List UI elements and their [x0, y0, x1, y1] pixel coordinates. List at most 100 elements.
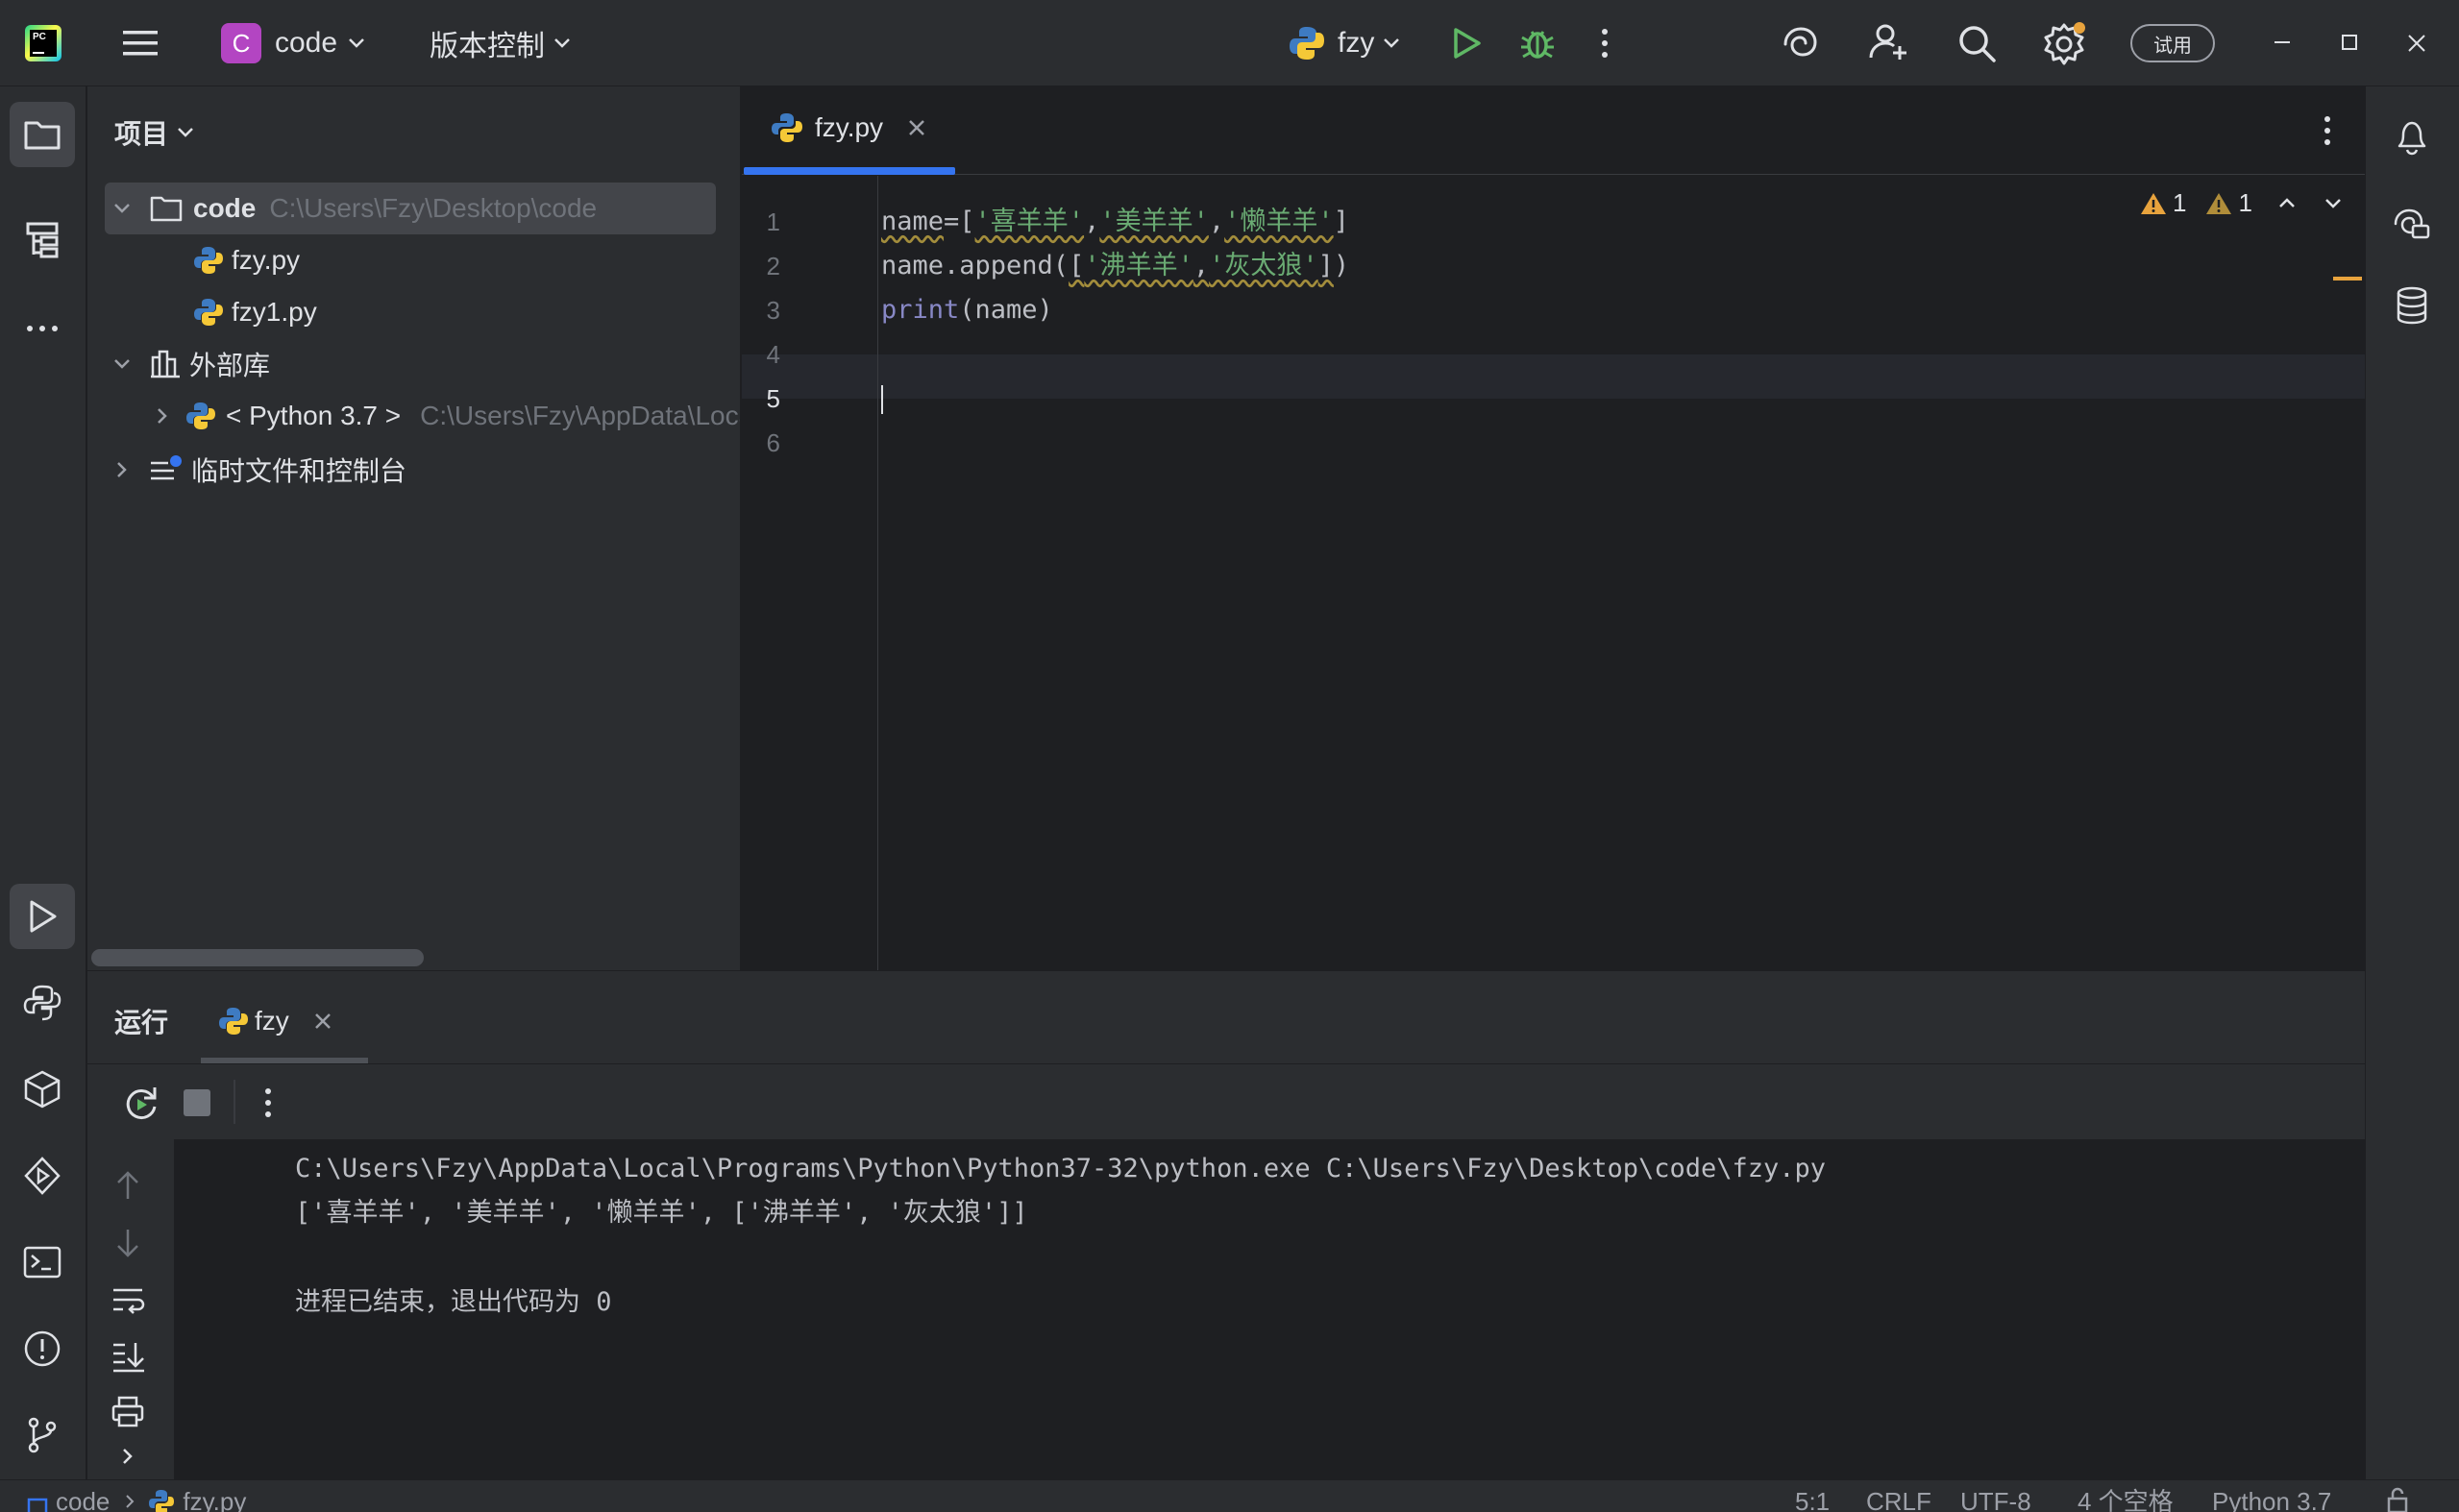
python-sdk-name: < Python 3.7 >: [226, 401, 402, 430]
python-file-icon: [194, 299, 223, 326]
scroll-down-button[interactable]: [111, 1226, 145, 1260]
maximize-button[interactable]: [2335, 25, 2364, 60]
chevron-down-icon[interactable]: [2322, 192, 2345, 215]
run-tab-fzy[interactable]: fzy: [201, 988, 368, 1063]
printer-icon: [111, 1396, 144, 1427]
main-menu-button[interactable]: [121, 25, 161, 61]
warning-triangle-icon: [2141, 192, 2166, 214]
python-file-icon: [772, 113, 802, 142]
vcs-menu[interactable]: 版本控制: [430, 21, 574, 65]
database-icon: [2397, 286, 2427, 325]
minimize-button[interactable]: [2268, 25, 2297, 60]
line-separator[interactable]: CRLF: [1866, 1480, 1931, 1512]
chevron-down-icon: [114, 204, 130, 213]
inspection-widget[interactable]: 1 1: [2140, 188, 2345, 218]
close-tab-icon[interactable]: [312, 1011, 333, 1032]
run-more-button[interactable]: [258, 1084, 278, 1122]
more-tools-button[interactable]: [10, 296, 75, 361]
ai-chat-button[interactable]: [2379, 192, 2445, 257]
structure-tool-button[interactable]: [10, 207, 75, 273]
editor-tab-fzy[interactable]: fzy.py: [742, 86, 955, 175]
python-icon: [1290, 27, 1324, 60]
tree-external-libs[interactable]: 外部库: [111, 338, 270, 390]
run-config-selector[interactable]: fzy: [1288, 21, 1403, 65]
tree-file-fzy1[interactable]: fzy1.py: [193, 286, 317, 338]
python-console-button[interactable]: [10, 970, 75, 1036]
line-number: 3: [766, 296, 780, 325]
punct: ): [1333, 251, 1350, 280]
search-icon: [1959, 26, 1996, 62]
stop-button[interactable]: [184, 1089, 210, 1116]
chevron-up-icon[interactable]: [2275, 192, 2299, 215]
tree-root-code[interactable]: code C:\Users\Fzy\Desktop\code: [105, 183, 716, 234]
builtin: print: [881, 295, 960, 325]
soft-wrap-button[interactable]: [111, 1283, 145, 1318]
more-actions-button[interactable]: [1595, 24, 1614, 62]
rerun-button[interactable]: [122, 1084, 160, 1122]
project-name: code: [275, 27, 338, 59]
caret-position[interactable]: 5:1: [1795, 1480, 1830, 1512]
chevron-right-icon: [126, 1495, 135, 1508]
database-button[interactable]: [2379, 273, 2445, 338]
code-line-2[interactable]: name.append(['沸羊羊','灰太狼']): [881, 244, 1349, 288]
punct: =[: [944, 207, 975, 236]
project-panel-header[interactable]: 项目: [114, 113, 197, 152]
code-line-1[interactable]: name=['喜羊羊','美羊羊','懒羊羊']: [881, 200, 1349, 244]
folder-icon: [24, 121, 61, 150]
git-button[interactable]: [10, 1402, 75, 1468]
gutter-divider: [877, 176, 878, 970]
punct: [: [1069, 251, 1085, 280]
expand-toolbar-button[interactable]: [116, 1445, 139, 1468]
lock-icon[interactable]: [2383, 1486, 2412, 1512]
close-tab-icon[interactable]: [906, 117, 927, 138]
vcs-label: 版本控制: [430, 31, 545, 62]
editor-area: fzy.py 1 2 3 4 5 6 name=['喜羊羊','美羊羊','懒羊…: [742, 86, 2365, 970]
search-everywhere-button[interactable]: [1956, 23, 1997, 63]
bell-icon: [2398, 121, 2426, 156]
run-panel-title: 运行: [114, 1008, 169, 1037]
project-switcher[interactable]: C code: [221, 21, 368, 65]
code-line-5[interactable]: [881, 377, 883, 421]
run-config-name: fzy: [1338, 27, 1375, 59]
settings-button[interactable]: [2043, 21, 2087, 65]
code-line-3[interactable]: print(name): [881, 288, 1053, 332]
code-with-me-button[interactable]: [1868, 21, 1910, 63]
trial-badge[interactable]: 试用: [2130, 24, 2215, 62]
notifications-button[interactable]: [2379, 104, 2445, 169]
tree-scratches[interactable]: 临时文件和控制台: [111, 444, 406, 496]
console-program-output: ['喜羊羊', '美羊羊', '懒羊羊', ['沸羊羊', '灰太狼']]: [295, 1198, 1028, 1228]
services-button[interactable]: [10, 1143, 75, 1208]
run-tab-label: fzy: [255, 1006, 289, 1036]
run-tool-button[interactable]: [10, 884, 75, 949]
chevron-right-icon: [123, 1449, 133, 1464]
breadcrumb[interactable]: code fzy.py: [27, 1480, 246, 1512]
error-stripe-marker[interactable]: [2333, 277, 2362, 280]
more-vertical-icon: [2324, 116, 2330, 145]
close-window-button[interactable]: [2402, 25, 2431, 60]
console-output[interactable]: C:\Users\Fzy\AppData\Local\Programs\Pyth…: [174, 1139, 2365, 1480]
python-packages-button[interactable]: [10, 1057, 75, 1122]
project-panel-title: 项目: [114, 119, 169, 149]
python-file-icon: [149, 1490, 175, 1512]
scroll-to-end-button[interactable]: [111, 1339, 145, 1374]
scroll-up-button[interactable]: [111, 1168, 145, 1203]
run-toolbar: [87, 1063, 2365, 1138]
run-button[interactable]: [1447, 24, 1486, 62]
debug-button[interactable]: [1518, 24, 1557, 62]
active-tab-indicator: [744, 167, 955, 175]
editor-tab-options[interactable]: [2318, 111, 2337, 150]
python-interpreter[interactable]: Python 3.7: [2212, 1480, 2331, 1512]
indent-setting[interactable]: 4 个空格: [2078, 1480, 2174, 1512]
scratches-label: 临时文件和控制台: [191, 456, 407, 486]
ai-assistant-button[interactable]: [1780, 23, 1820, 63]
punct: ,: [1193, 251, 1210, 280]
horizontal-scrollbar[interactable]: [91, 949, 424, 966]
terminal-button[interactable]: [10, 1230, 75, 1295]
tree-file-fzy[interactable]: fzy.py: [193, 234, 300, 286]
print-button[interactable]: [111, 1395, 145, 1429]
git-branch-icon: [28, 1417, 57, 1453]
problems-button[interactable]: [10, 1316, 75, 1381]
tree-python-sdk[interactable]: < Python 3.7 > C:\Users\Fzy\AppData\Loca…: [151, 390, 740, 442]
file-encoding[interactable]: UTF-8: [1960, 1480, 2031, 1512]
project-tool-button[interactable]: [10, 102, 75, 167]
